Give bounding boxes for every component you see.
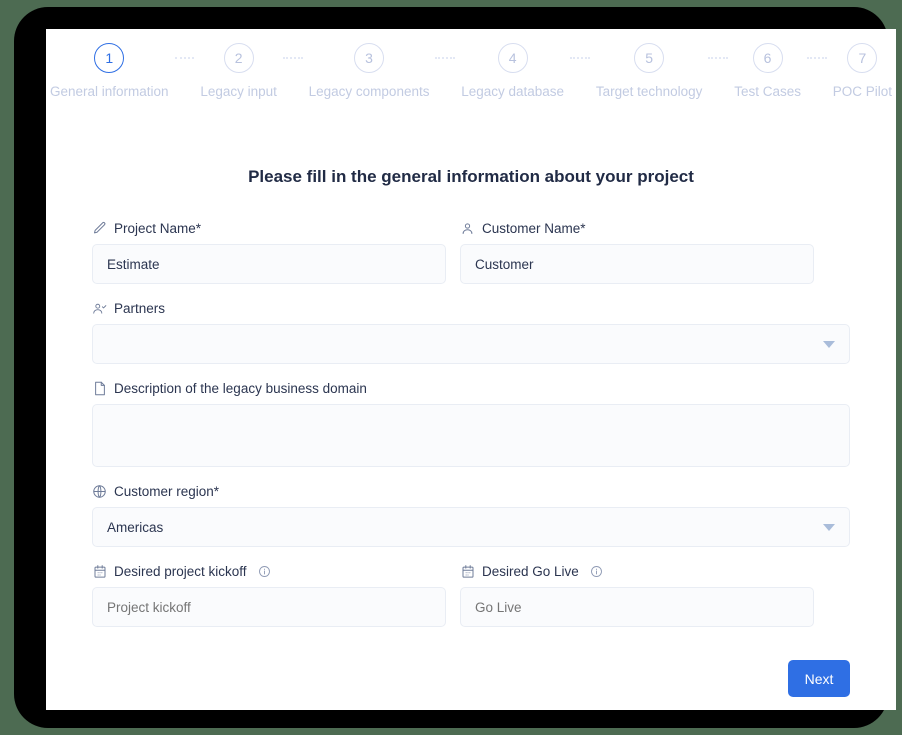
label-project-name-text: Project Name*: [114, 220, 202, 236]
step-number-1: 1: [94, 43, 125, 73]
document-icon: [92, 381, 107, 396]
field-customer-name: Customer Name*: [460, 221, 814, 284]
stepper-step-1[interactable]: 1 General information: [50, 43, 169, 99]
label-description: Description of the legacy business domai…: [92, 381, 850, 396]
field-customer-region: Customer region* Americas: [92, 484, 850, 547]
step-label-1: General information: [49, 84, 169, 99]
stepper-step-3[interactable]: 3 Legacy components: [308, 43, 430, 99]
general-information-form: Please fill in the general information a…: [46, 167, 896, 644]
info-icon[interactable]: [258, 565, 271, 578]
customer-region-value: Americas: [107, 519, 164, 535]
step-connector-4: [570, 56, 590, 59]
field-project-kickoff: Desired project kickoff: [92, 564, 446, 627]
step-label-5: Target technology: [595, 84, 703, 99]
wizard-stepper: 1 General information 2 Legacy input 3 L…: [46, 29, 896, 115]
step-connector-1: [174, 56, 195, 59]
step-number-4: 4: [497, 43, 528, 73]
label-customer-name-text: Customer Name*: [482, 220, 586, 236]
project-name-input[interactable]: [92, 244, 446, 284]
device-bezel: 1 General information 2 Legacy input 3 L…: [14, 7, 896, 728]
stepper-step-6[interactable]: 6 Test Cases: [734, 43, 801, 99]
user-check-icon: [92, 301, 107, 316]
step-label-4: Legacy database: [461, 84, 565, 99]
field-go-live: Desired Go Live: [460, 564, 814, 627]
page-title: Please fill in the general information a…: [248, 167, 694, 186]
label-partners: Partners: [92, 301, 850, 316]
calendar-icon: [92, 564, 107, 579]
stepper-step-2[interactable]: 2 Legacy input: [200, 43, 277, 99]
globe-icon: [92, 484, 107, 499]
go-live-input[interactable]: [460, 587, 814, 627]
stepper-step-4[interactable]: 4 Legacy database: [461, 43, 564, 99]
label-customer-name: Customer Name*: [460, 221, 814, 236]
partners-select[interactable]: [92, 324, 850, 364]
step-label-3: Legacy components: [308, 84, 430, 99]
wizard-page: 1 General information 2 Legacy input 3 L…: [46, 29, 896, 710]
next-button[interactable]: Next: [788, 660, 850, 697]
label-description-text: Description of the legacy business domai…: [114, 380, 367, 396]
label-project-kickoff: Desired project kickoff: [92, 564, 446, 579]
step-connector-3: [435, 56, 456, 59]
chevron-down-icon: [823, 340, 835, 348]
calendar-icon: [460, 564, 475, 579]
stepper-step-5[interactable]: 5 Target technology: [595, 43, 703, 99]
form-row-names: Project Name* Customer Name*: [92, 221, 850, 301]
field-description: Description of the legacy business domai…: [92, 381, 850, 467]
user-icon: [460, 221, 475, 236]
step-label-7: POC Pilot: [832, 84, 893, 99]
stepper-step-7[interactable]: 7 POC Pilot: [833, 43, 892, 99]
chevron-down-icon: [823, 523, 835, 531]
stepper-row: 1 General information 2 Legacy input 3 L…: [46, 43, 896, 99]
step-connector-5: [708, 56, 729, 59]
label-partners-text: Partners: [114, 300, 166, 316]
step-connector-6: [806, 56, 827, 59]
pencil-icon: [92, 221, 107, 236]
form-footer: Next: [46, 644, 896, 697]
step-number-3: 3: [354, 43, 385, 73]
info-icon[interactable]: [590, 565, 603, 578]
label-go-live: Desired Go Live: [460, 564, 814, 579]
step-label-2: Legacy input: [200, 84, 277, 99]
step-number-5: 5: [634, 43, 665, 73]
label-project-name: Project Name*: [92, 221, 446, 236]
description-textarea[interactable]: [92, 404, 850, 467]
label-project-kickoff-text: Desired project kickoff: [114, 563, 247, 579]
label-customer-region-text: Customer region*: [114, 483, 220, 499]
customer-region-select[interactable]: Americas: [92, 507, 850, 547]
field-partners: Partners: [92, 301, 850, 364]
label-customer-region: Customer region*: [92, 484, 850, 499]
step-number-6: 6: [752, 43, 783, 73]
field-project-name: Project Name*: [92, 221, 446, 284]
label-go-live-text: Desired Go Live: [482, 563, 579, 579]
step-label-6: Test Cases: [734, 84, 801, 99]
customer-name-input[interactable]: [460, 244, 814, 284]
project-kickoff-input[interactable]: [92, 587, 446, 627]
step-connector-2: [282, 56, 303, 59]
form-row-dates: Desired project kickoff Desired Go Live: [92, 564, 850, 644]
step-number-2: 2: [223, 43, 254, 73]
step-number-7: 7: [847, 43, 878, 73]
